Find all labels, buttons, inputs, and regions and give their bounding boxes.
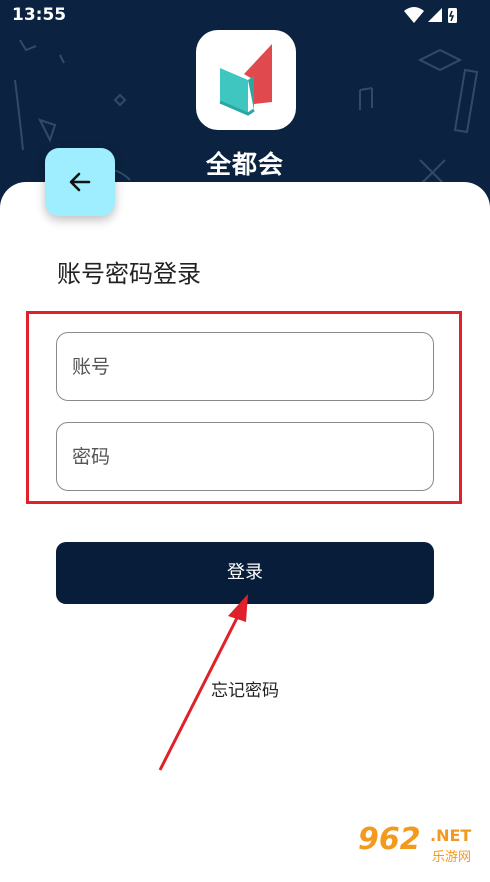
watermark-site: 乐游网 [432, 850, 472, 865]
annotation-arrow-head [228, 594, 248, 622]
watermark-domain: .NET [430, 826, 472, 845]
watermark-number: 962 [358, 822, 421, 857]
annotation-arrow [158, 594, 248, 771]
watermark: 962 .NET 乐游网 [352, 822, 487, 866]
